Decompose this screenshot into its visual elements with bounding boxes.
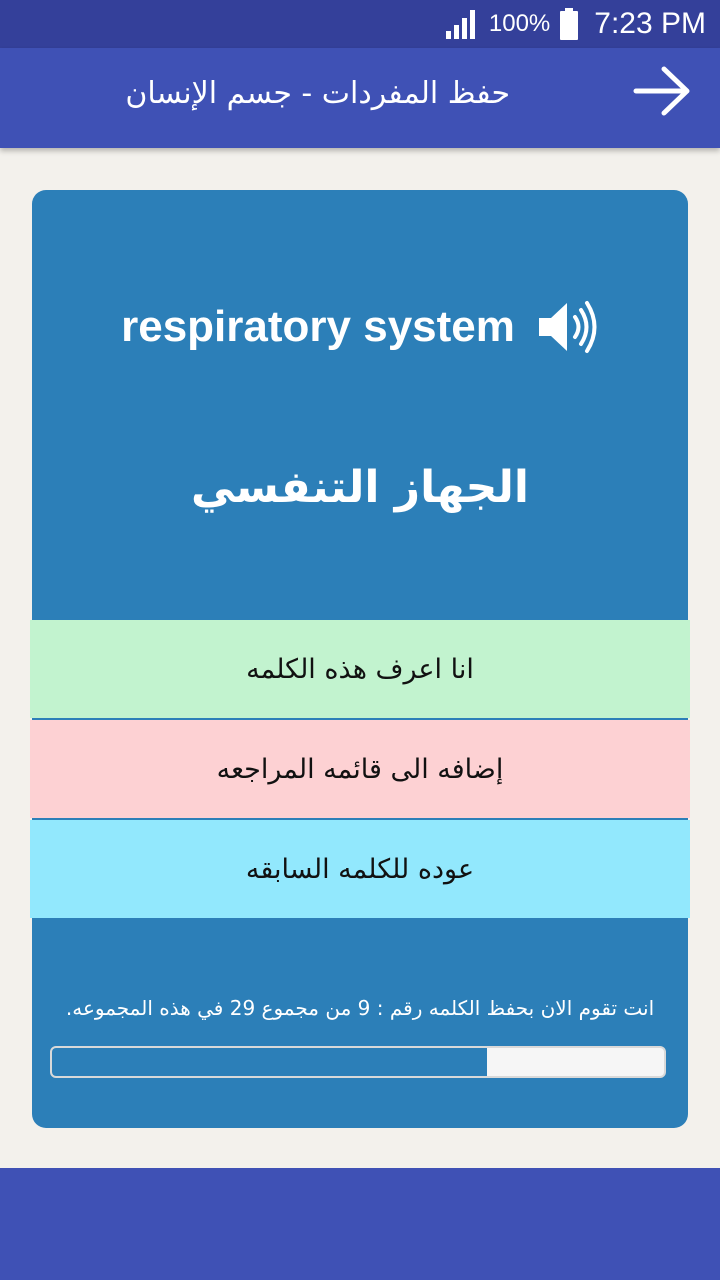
page-title: حفظ المفردات - جسم الإنسان [125,76,510,111]
arabic-translation: الجهاز التنفسي [190,462,529,513]
app-bar: حفظ المفردات - جسم الإنسان [0,48,720,148]
speaker-icon[interactable] [535,295,599,359]
add-to-review-button[interactable]: إضافه الى قائمه المراجعه [30,720,690,818]
english-word: respiratory system [121,302,515,351]
know-word-label: انا اعرف هذه الكلمه [246,653,474,685]
know-word-button[interactable]: انا اعرف هذه الكلمه [30,620,690,718]
progress-bar [50,1046,666,1078]
flashcard: respiratory system الجهاز التنفسي انا اع… [30,190,690,1128]
signal-icon [445,10,475,39]
status-indicators: 100% 7:23 PM [445,0,706,48]
battery-icon [560,8,579,40]
english-word-row: respiratory system [32,286,688,368]
arrow-right-icon [633,66,690,116]
progress-fill [52,1048,487,1076]
previous-word-label: عوده للكلمه السابقه [245,853,475,885]
previous-word-button[interactable]: عوده للكلمه السابقه [30,820,690,918]
bottom-bar [0,1168,720,1280]
add-to-review-label: إضافه الى قائمه المراجعه [216,753,504,785]
battery-percent: 100% [488,10,551,37]
back-button[interactable] [632,64,694,118]
progress-text: انت تقوم الان بحفظ الكلمه رقم : 9 من مجم… [65,996,655,1020]
status-bar: 100% 7:23 PM [0,0,720,48]
clock: 7:23 PM [594,7,706,40]
